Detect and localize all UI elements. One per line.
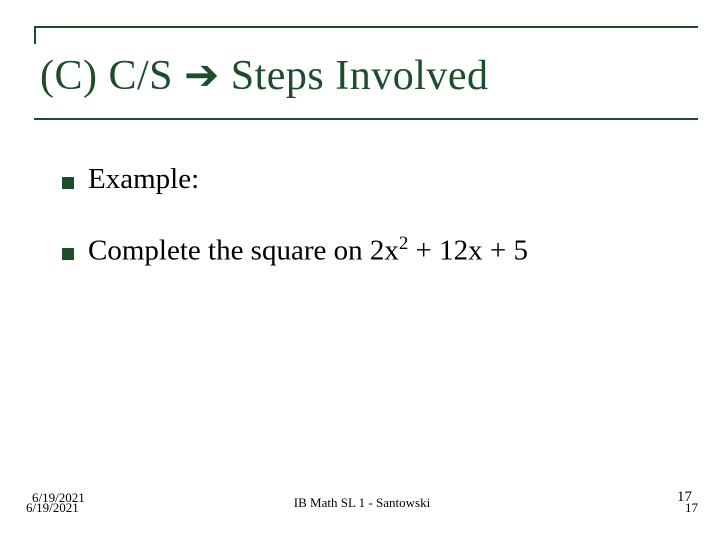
slide-title: (C) C/S ➔ Steps Involved (40, 50, 489, 100)
title-rule-top (34, 26, 698, 28)
title-prefix: (C) C/S (40, 53, 184, 99)
list-item: Example: (62, 162, 700, 197)
bullet-text-pre: Complete the square on 2x (88, 234, 399, 266)
title-rule-bottom (34, 118, 698, 120)
bullet-text-post: + 12x + 5 (408, 234, 528, 266)
footer-page-number-shadow: 17 (685, 500, 698, 516)
title-rule-left-drop (34, 26, 36, 44)
list-item: Complete the square on 2x2 + 12x + 5 (62, 233, 700, 268)
bullet-text: Example: (88, 162, 199, 197)
bullet-square-icon (62, 248, 74, 260)
bullet-list: Example: Complete the square on 2x2 + 12… (62, 162, 700, 304)
footer-course: IB Math SL 1 - Santowski (26, 495, 698, 511)
bullet-text: Complete the square on 2x2 + 12x + 5 (88, 233, 528, 268)
exponent: 2 (399, 233, 408, 254)
bullet-square-icon (62, 177, 74, 189)
title-suffix: Steps Involved (220, 53, 489, 99)
arrow-icon: ➔ (184, 53, 220, 99)
slide-footer: 6/19/2021 6/19/2021 IB Math SL 1 - Santo… (26, 490, 698, 520)
